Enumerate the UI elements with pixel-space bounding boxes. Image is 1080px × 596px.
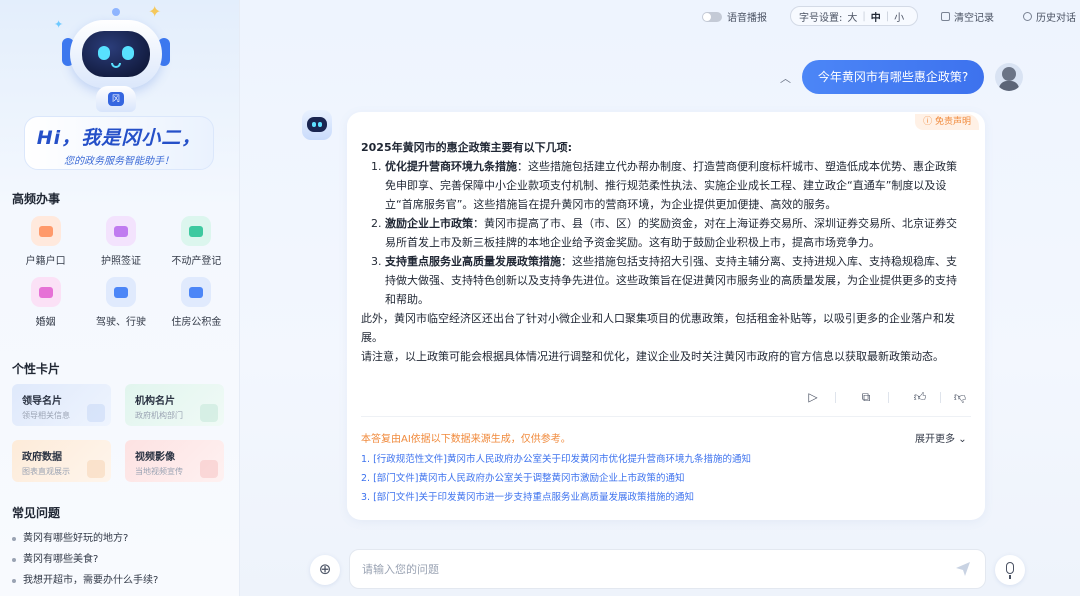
answer-item-title: 优化提升营商环境九条措施: [385, 160, 517, 173]
answer-item-number: 2.: [371, 217, 382, 230]
building-icon: [200, 404, 218, 422]
service-label: 不动产登记: [171, 256, 222, 267]
disclaimer-badge[interactable]: ⓘ 免责声明: [915, 114, 979, 130]
font-size-small[interactable]: 小: [894, 9, 904, 24]
disclaimer-label: 免责声明: [934, 117, 971, 127]
frequent-section-title: 高频办事: [12, 192, 61, 206]
answer-note: 请注意，以上政策可能会根据具体情况进行调整和优化，建议企业及时关注黄冈市政府的官…: [361, 350, 944, 363]
service-passport[interactable]: 护照签证: [83, 216, 158, 267]
send-icon[interactable]: [955, 561, 971, 577]
housing-fund-icon: [181, 277, 212, 307]
greeting-bubble: Hi，我是冈小二， 您的政务服务智能助手！: [24, 116, 214, 170]
card-video[interactable]: 视频影像 当地视频宣传: [125, 440, 224, 482]
answer-list: 1. 优化提升营商环境九条措施：这些措施包括建立代办帮办制度、打造营商便利度标杆城…: [361, 157, 963, 309]
greeting-title: Hi，我是冈小二，: [36, 127, 202, 149]
answer-item-number: 3.: [371, 255, 382, 268]
passport-icon: [105, 216, 136, 246]
faq-item[interactable]: 我想开超市，需要办什么手续?: [12, 573, 236, 594]
font-size-label: 字号设置:: [799, 12, 843, 24]
toggle-switch-icon: [702, 11, 722, 22]
expand-more-button[interactable]: 展开更多 ⌄: [915, 430, 967, 445]
user-question-bubble: 今年黄冈市有哪些惠企政策?: [802, 60, 984, 94]
expand-label: 展开更多: [915, 434, 955, 445]
household-icon: [30, 216, 61, 246]
service-driving[interactable]: 驾驶、行驶: [83, 277, 158, 328]
card-gov-data[interactable]: 政府数据 图表直观展示: [12, 440, 111, 482]
question-input[interactable]: [362, 558, 942, 580]
personal-cards: 领导名片 领导相关信息 机构名片 政府机构部门 政府数据 图表直观展示 视频影像…: [12, 384, 224, 482]
answer-extra: 此外，黄冈市临空经济区还出台了针对小微企业和人口聚集项目的优惠政策，包括租金补贴…: [361, 312, 955, 344]
faq-item[interactable]: 黄冈有哪些美食?: [12, 552, 236, 573]
source-link[interactable]: 3. [部门文件]关于印发黄冈市进一步支持重点服务业高质量发展政策措施的通知: [361, 488, 751, 507]
answer-item-title: 支持重点服务业高质量发展政策措施: [385, 255, 561, 268]
frequent-services: 户籍户口 护照签证 不动产登记 婚姻 驾驶、行驶 住房公积金: [8, 216, 234, 328]
service-household[interactable]: 户籍户口: [8, 216, 83, 267]
answer-intro: 2025年黄冈市的惠企政策主要有以下几项:: [361, 141, 573, 154]
service-property[interactable]: 不动产登记: [159, 216, 234, 267]
video-icon: [200, 460, 218, 478]
clock-icon: [1023, 12, 1032, 21]
play-icon[interactable]: ▷: [806, 390, 820, 404]
faq-list: 黄冈有哪些好玩的地方? 黄冈有哪些美食? 我想开超市，需要办什么手续?: [12, 531, 236, 594]
font-size-large[interactable]: 大: [847, 9, 857, 24]
robot-badge: 冈: [108, 92, 124, 106]
thumbs-down-icon[interactable]: 👎︎: [953, 390, 967, 404]
marriage-icon: [30, 277, 61, 307]
history-button[interactable]: 历史对话: [1023, 9, 1076, 24]
copy-icon[interactable]: ⧉: [859, 390, 873, 404]
plus-icon: ⊕: [318, 560, 332, 578]
thumbs-up-icon[interactable]: 👍︎: [913, 390, 927, 404]
microphone-button[interactable]: [995, 555, 1025, 585]
service-label: 户籍户口: [25, 256, 66, 267]
top-bar: 语音播报 字号设置: 大 | 中 | 小 清空记录 历史对话: [240, 0, 1080, 34]
robot-mascot: ✦ ✦ 冈: [54, 2, 176, 114]
voice-toggle[interactable]: 语音播报: [702, 9, 767, 24]
question-input-box: [349, 549, 986, 589]
greeting-subtitle: 您的政务服务智能助手！: [64, 156, 174, 167]
source-link[interactable]: 2. [部门文件]黄冈市人民政府办公室关于调整黄冈市激励企业上市政策的通知: [361, 469, 751, 488]
sidebar: ✦ ✦ 冈 Hi，我是冈小二， 您的政务服务智能助手！ 高频办事 户籍户口 护照…: [0, 0, 240, 596]
service-label: 护照签证: [100, 256, 141, 267]
answer-item: 3. 支持重点服务业高质量发展政策措施：这些措施包括支持招大引强、支持主辅分离、支…: [361, 252, 963, 309]
source-list: 1. [行政规范性文件]黄冈市人民政府办公室关于印发黄冈市优化提升营商环境九条措…: [361, 450, 751, 507]
answer-item-title: 激励企业上市政策: [385, 217, 473, 230]
font-size-medium[interactable]: 中: [871, 9, 881, 24]
faq-item[interactable]: 黄冈有哪些好玩的地方?: [12, 531, 236, 552]
person-icon: [87, 404, 105, 422]
source-link[interactable]: 1. [行政规范性文件]黄冈市人民政府办公室关于印发黄冈市优化提升营商环境九条措…: [361, 450, 751, 469]
microphone-icon: [1006, 562, 1014, 574]
service-label: 住房公积金: [171, 317, 222, 328]
answer-item: 1. 优化提升营商环境九条措施：这些措施包括建立代办帮办制度、打造营商便利度标杆城…: [361, 157, 963, 214]
cards-section-title: 个性卡片: [12, 362, 61, 376]
source-note: 本答复由AI依据以下数据来源生成，仅供参考。: [361, 434, 571, 445]
answer-card: ⓘ 免责声明 2025年黄冈市的惠企政策主要有以下几项: 1. 优化提升营商环境九…: [347, 112, 985, 520]
card-institution[interactable]: 机构名片 政府机构部门: [125, 384, 224, 426]
bar-chart-icon: [87, 460, 105, 478]
answer-body: 2025年黄冈市的惠企政策主要有以下几项: 1. 优化提升营商环境九条措施：这些措…: [361, 138, 963, 366]
service-housing-fund[interactable]: 住房公积金: [159, 277, 234, 328]
clear-label: 清空记录: [954, 13, 994, 24]
answer-actions: ▷ ⧉ 👍︎ 👎︎: [347, 390, 985, 410]
card-leader[interactable]: 领导名片 领导相关信息: [12, 384, 111, 426]
service-marriage[interactable]: 婚姻: [8, 277, 83, 328]
service-label: 驾驶、行驶: [95, 317, 146, 328]
car-icon: [105, 277, 136, 307]
sparkle-icon: ✦: [54, 18, 64, 31]
trash-icon: [941, 12, 950, 21]
faq-section-title: 常见问题: [12, 506, 61, 520]
answer-item: 2. 激励企业上市政策：黄冈市提高了市、县（市、区）的奖励资金，对在上海证券交易所…: [361, 214, 963, 252]
bot-avatar: [302, 110, 332, 140]
service-label: 婚姻: [35, 317, 56, 328]
chevron-up-icon[interactable]: ︿: [780, 70, 791, 86]
font-size-setting: 字号设置: 大 | 中 | 小: [790, 6, 919, 26]
clear-history-button[interactable]: 清空记录: [941, 9, 994, 24]
chevron-down-icon: ⌄: [958, 434, 967, 445]
property-icon: [181, 216, 212, 246]
history-label: 历史对话: [1036, 13, 1076, 24]
voice-label: 语音播报: [727, 13, 767, 24]
new-chat-button[interactable]: ⊕: [310, 555, 340, 585]
user-avatar: [995, 63, 1023, 91]
sparkle-icon: ✦: [148, 2, 162, 21]
answer-item-number: 1.: [371, 160, 382, 173]
